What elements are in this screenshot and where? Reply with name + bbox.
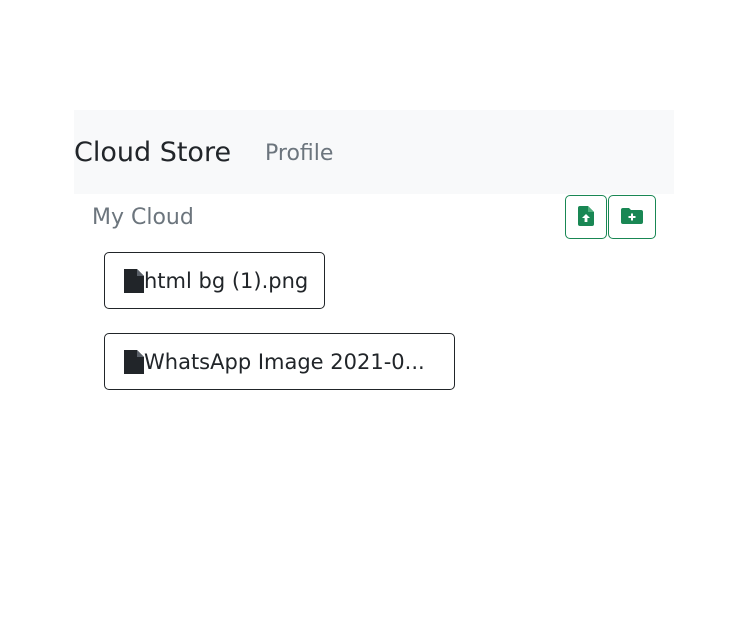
new-folder-button[interactable] xyxy=(608,195,656,239)
breadcrumb[interactable]: My Cloud xyxy=(92,205,194,231)
file-name: html bg (1).png xyxy=(144,268,309,293)
nav-link-profile[interactable]: Profile xyxy=(265,141,333,167)
file-upload-icon xyxy=(578,205,594,229)
folder-plus-icon xyxy=(621,207,643,227)
file-icon xyxy=(124,268,144,293)
file-item[interactable]: html bg (1).png xyxy=(104,252,325,309)
navbar: Cloud Store Profile xyxy=(74,110,674,194)
upload-file-button[interactable] xyxy=(565,195,607,239)
file-item[interactable]: WhatsApp Image 2021-0... xyxy=(104,333,455,390)
brand-logo[interactable]: Cloud Store xyxy=(74,137,231,169)
file-icon xyxy=(124,349,144,374)
file-name: WhatsApp Image 2021-0... xyxy=(144,349,425,374)
